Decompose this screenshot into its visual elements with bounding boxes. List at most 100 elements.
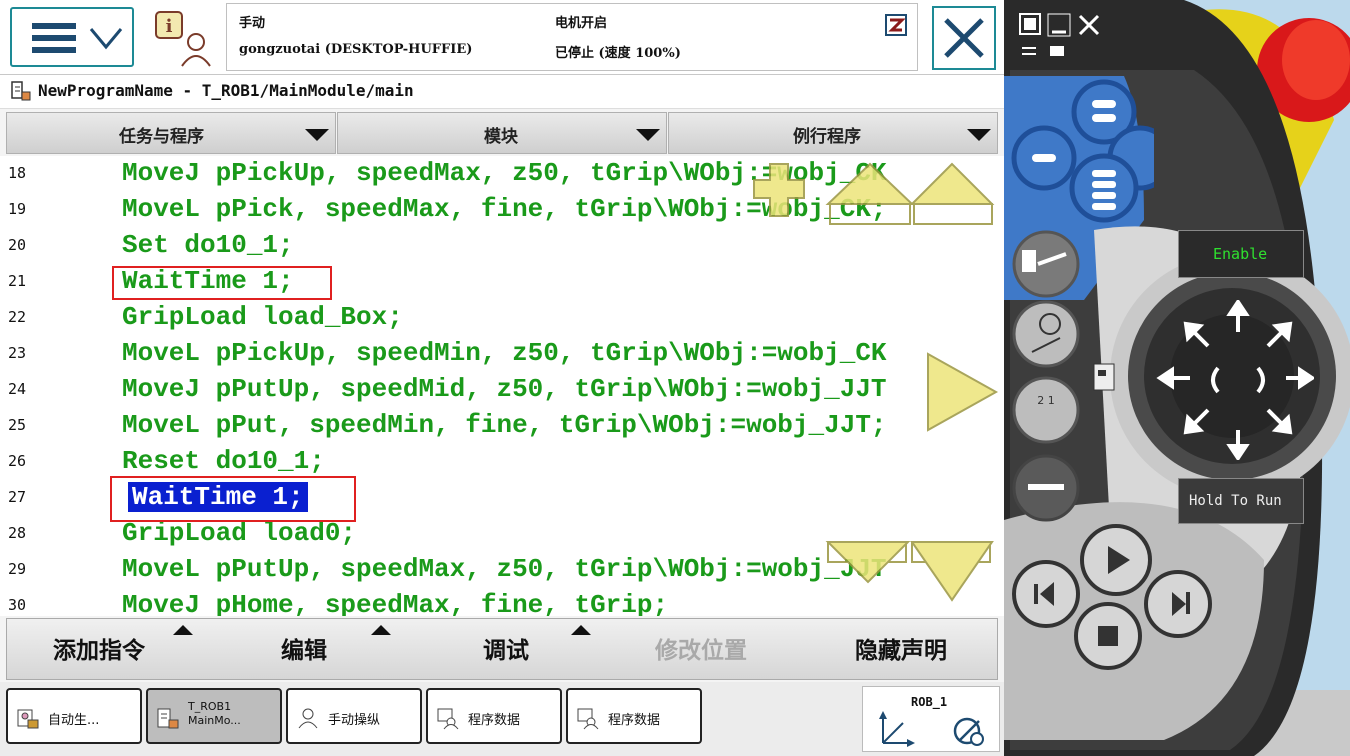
annotation-box-line-21 xyxy=(112,266,332,300)
code-text: MoveL pPickUp, speedMin, z50, tGrip\WObj… xyxy=(122,338,887,368)
add-instruction-button[interactable]: 添加指令 xyxy=(53,631,145,665)
close-button[interactable] xyxy=(932,6,996,70)
task-auto-production[interactable]: 自动生... xyxy=(6,688,142,744)
dropdown-label: 模块 xyxy=(484,127,518,147)
annotation-box-line-27 xyxy=(110,476,356,522)
edit-button[interactable]: 编辑 xyxy=(281,631,327,665)
code-text: GripLoad load_Box; xyxy=(122,302,403,332)
scroll-right-icon xyxy=(927,352,999,432)
hamburger-icon xyxy=(32,23,76,29)
code-line[interactable]: 23 MoveL pPickUp, speedMin, z50, tGrip\WO… xyxy=(0,336,1004,372)
menu-up-icon xyxy=(371,625,391,635)
code-text: Set do10_1; xyxy=(122,230,294,260)
code-text: MoveL pPutUp, speedMax, z50, tGrip\WObj:… xyxy=(122,554,887,584)
hold-to-run-button[interactable]: Hold To Run xyxy=(1178,478,1304,524)
line-number: 18 xyxy=(8,164,27,182)
line-number: 20 xyxy=(8,236,27,254)
modify-position-button[interactable]: 修改位置 xyxy=(655,631,747,665)
program-data-icon xyxy=(577,708,599,730)
svg-text:i: i xyxy=(166,16,173,37)
task-program-data-1[interactable]: 程序数据 xyxy=(426,688,562,744)
hold-to-run-label: Hold To Run xyxy=(1189,493,1282,509)
hamburger-icon-line xyxy=(32,35,76,41)
code-text: MoveJ pHome, speedMax, fine, tGrip; xyxy=(122,590,669,616)
code-text: Reset do10_1; xyxy=(122,446,325,476)
program-editor-icon xyxy=(157,708,179,729)
module-dropdown[interactable]: 模块 xyxy=(337,112,667,154)
speed-icon xyxy=(885,14,907,36)
task-label: T_ROB1 MainMo... xyxy=(188,700,241,727)
code-line[interactable]: 20 Set do10_1; xyxy=(0,228,1004,264)
status-panel[interactable]: 手动 电机开启 gongzuotai (DESKTOP-HUFFIE) 已停止 … xyxy=(226,3,918,71)
scroll-arrows-bottom xyxy=(825,541,994,602)
line-number: 23 xyxy=(8,344,27,362)
enable-indicator: Enable xyxy=(1178,230,1304,278)
dropdown-label: 例行程序 xyxy=(793,127,861,147)
dropdown-arrow-icon xyxy=(305,129,329,141)
event-log-info-icon[interactable]: i xyxy=(152,8,214,68)
debug-button[interactable]: 调试 xyxy=(483,631,529,665)
line-number: 19 xyxy=(8,200,27,218)
toggle-axis-icon xyxy=(1012,376,1080,444)
program-execution-keys[interactable] xyxy=(1004,520,1224,680)
line-number: 29 xyxy=(8,560,27,578)
scroll-top-icon xyxy=(909,162,995,205)
motor-status: 电机开启 xyxy=(555,16,608,31)
task-program-data-2[interactable]: 程序数据 xyxy=(566,688,702,744)
line-number: 21 xyxy=(8,272,27,290)
top-status-bar: i 手动 电机开启 gongzuotai (DESKTOP-HUFFIE) 已停… xyxy=(0,0,1004,75)
code-text: GripLoad load0; xyxy=(122,518,357,548)
dropdown-arrow-icon xyxy=(636,129,660,141)
usb-port-icon xyxy=(1093,363,1115,391)
main-menu-button[interactable] xyxy=(10,7,134,67)
selector-row: 任务与程序 模块 例行程序 xyxy=(6,112,998,154)
line-number: 28 xyxy=(8,524,27,542)
task-label: 自动生... xyxy=(48,713,100,728)
tasks-and-programs-dropdown[interactable]: 任务与程序 xyxy=(6,112,336,154)
code-line[interactable]: 24 MoveJ pPutUp, speedMid, z50, tGrip\WOb… xyxy=(0,372,1004,408)
scroll-left-icon xyxy=(753,163,805,217)
menu-up-icon xyxy=(173,625,193,635)
task-label: 手动操纵 xyxy=(328,713,381,728)
code-line[interactable]: 25 MoveL pPut, speedMin, fine, tGrip\WObj… xyxy=(0,408,1004,444)
line-number: 22 xyxy=(8,308,27,326)
line-number: 25 xyxy=(8,416,27,434)
menu-up-icon xyxy=(571,625,591,635)
window-controls xyxy=(1019,13,1100,56)
code-line[interactable]: 26 Reset do10_1; xyxy=(0,444,1004,480)
line-number: 26 xyxy=(8,452,27,470)
code-text: MoveL pPut, speedMin, fine, tGrip\WObj:=… xyxy=(122,410,887,440)
flexpendant-screen: i 手动 电机开启 gongzuotai (DESKTOP-HUFFIE) 已停… xyxy=(0,0,1004,756)
line-number: 30 xyxy=(8,596,27,614)
hide-declarations-button[interactable]: 隐藏声明 xyxy=(855,631,947,665)
joystick[interactable] xyxy=(1154,300,1314,460)
motion-mode-keys[interactable]: 2 1 xyxy=(1008,230,1088,530)
hamburger-icon-line xyxy=(32,47,76,53)
scroll-up-icon xyxy=(825,162,915,205)
code-editor[interactable]: 18 MoveJ pPickUp, speedMax, z50, tGrip\WO… xyxy=(0,156,1004,616)
station-name: gongzuotai (DESKTOP-HUFFIE) xyxy=(239,42,473,57)
task-program-editor[interactable]: T_ROB1 MainMo... xyxy=(146,688,282,744)
routine-dropdown[interactable]: 例行程序 xyxy=(668,112,998,154)
run-status: 已停止 (速度 100%) xyxy=(555,46,681,61)
task-label: 程序数据 xyxy=(468,713,521,728)
camera-icon xyxy=(1050,46,1064,56)
code-text: MoveJ pPutUp, speedMid, z50, tGrip\WObj:… xyxy=(122,374,887,404)
programmable-keys[interactable] xyxy=(1004,78,1154,228)
dropdown-arrow-icon xyxy=(967,129,991,141)
quickset-robot-button[interactable]: ROB_1 xyxy=(862,686,1000,752)
scroll-arrows-top xyxy=(753,162,995,225)
chevron-down-icon xyxy=(89,28,123,50)
coordinate-axes-icon xyxy=(879,711,915,747)
svg-text:2 1: 2 1 xyxy=(1037,394,1055,407)
breadcrumb: NewProgramName - T_ROB1/MainModule/main xyxy=(0,75,1004,109)
teach-pendant-hardware: 2 1 Enable Hold To Run xyxy=(1004,0,1350,756)
command-bar: 添加指令 编辑 调试 修改位置 隐藏声明 xyxy=(6,618,998,680)
program-editor-icon xyxy=(11,81,31,101)
speed-override-icon xyxy=(953,717,984,746)
code-line[interactable]: 22 GripLoad load_Box; xyxy=(0,300,1004,336)
operating-mode: 手动 xyxy=(239,16,266,31)
auto-production-icon xyxy=(17,709,39,729)
breadcrumb-path: NewProgramName - T_ROB1/MainModule/main xyxy=(38,81,414,100)
task-jogging[interactable]: 手动操纵 xyxy=(286,688,422,744)
